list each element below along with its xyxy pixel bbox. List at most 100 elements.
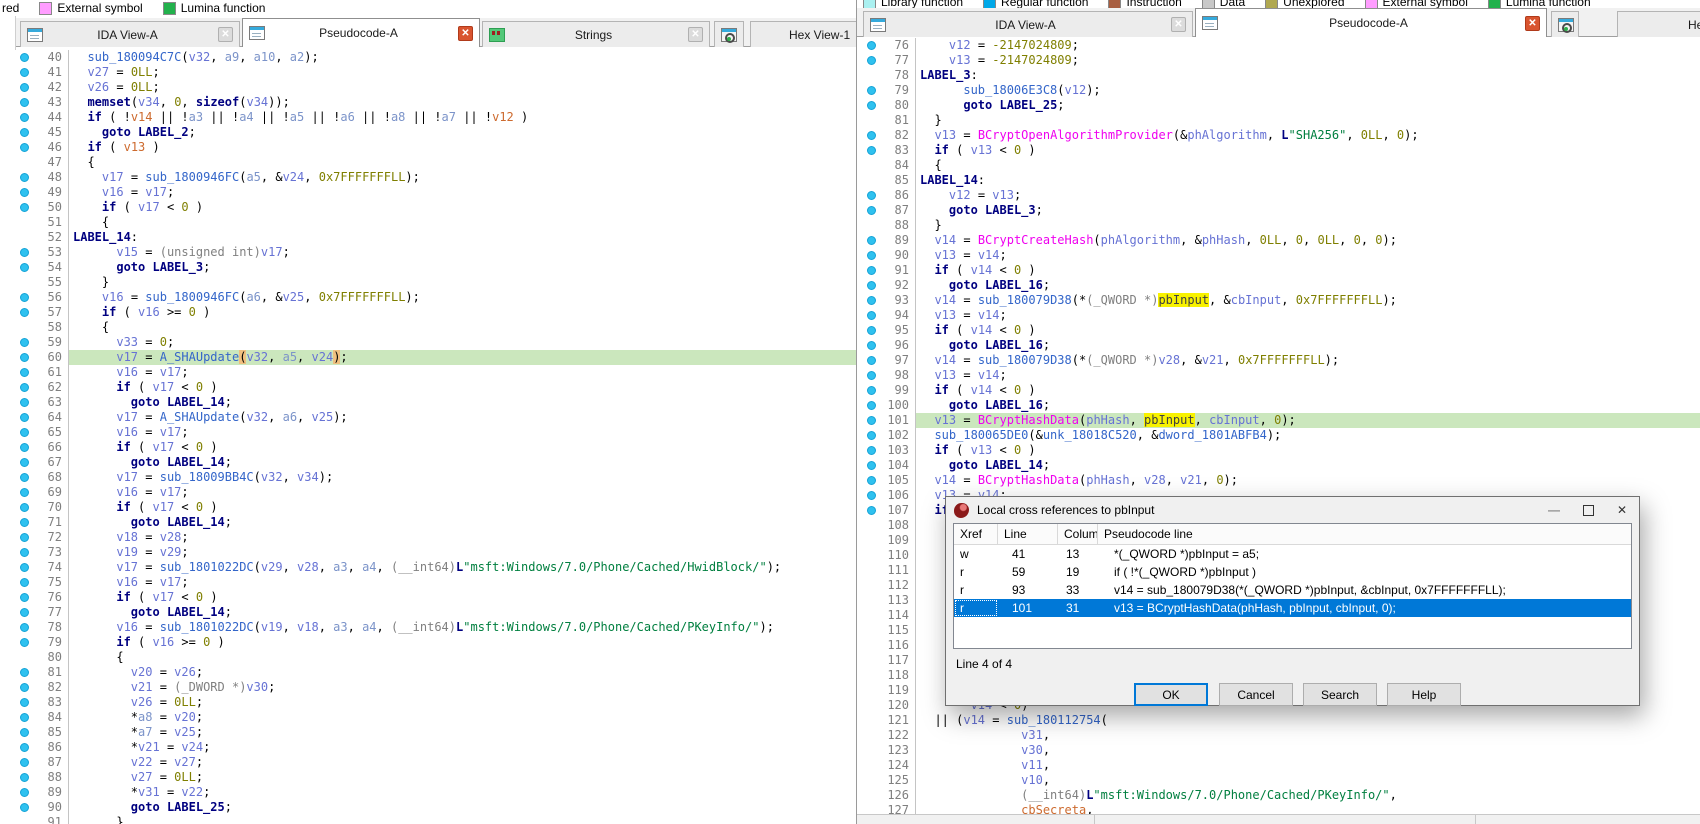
breakpoint-dot[interactable] (20, 548, 29, 557)
code-line[interactable]: 101 v13 = BCryptHashData(phHash, pbInput… (857, 413, 1700, 428)
tab-close-icon[interactable]: ✕ (688, 27, 703, 42)
breakpoint-dot[interactable] (20, 773, 29, 782)
breakpoint-gutter[interactable] (16, 155, 32, 170)
breakpoint-dot[interactable] (867, 236, 876, 245)
code-text[interactable]: v16 = v17; (69, 365, 856, 380)
search-button[interactable]: Search (1303, 683, 1377, 706)
code-text[interactable]: *a7 = v25; (69, 725, 856, 740)
code-line[interactable]: 72 v18 = v28; (0, 530, 856, 545)
code-line[interactable]: 97 v14 = sub_180079D38(*(_QWORD *)v28, &… (857, 353, 1700, 368)
breakpoint-gutter[interactable] (863, 743, 879, 758)
breakpoint-dot[interactable] (867, 191, 876, 200)
code-text[interactable]: } (69, 275, 856, 290)
code-text[interactable]: v11, (916, 758, 1700, 773)
code-text[interactable]: v22 = v27; (69, 755, 856, 770)
tab-ida-view-a[interactable]: IDA View-A✕ (863, 11, 1193, 37)
code-text[interactable]: v16 = v17; (69, 425, 856, 440)
breakpoint-dot[interactable] (20, 518, 29, 527)
breakpoint-gutter[interactable] (16, 230, 32, 245)
code-text[interactable]: *v31 = v22; (69, 785, 856, 800)
code-line[interactable]: 52LABEL_14: (0, 230, 856, 245)
code-line[interactable]: 126 (__int64)L"msft:Windows/7.0/Phone/Ca… (857, 788, 1700, 803)
tab-ida-view-a[interactable]: IDA View-A✕ (20, 21, 240, 47)
breakpoint-gutter[interactable] (863, 248, 879, 263)
code-line[interactable]: 61 v16 = v17; (0, 365, 856, 380)
code-line[interactable]: 83 if ( v13 < 0 ) (857, 143, 1700, 158)
tab-hex-view-1[interactable]: Hex View-1 (1617, 11, 1700, 37)
code-text[interactable]: *v21 = v24; (69, 740, 856, 755)
code-line[interactable]: 40 sub_180094C7C(v32, a9, a10, a2); (0, 50, 856, 65)
breakpoint-dot[interactable] (867, 311, 876, 320)
breakpoint-dot[interactable] (867, 476, 876, 485)
xref-header-cell[interactable]: Pseudocode line (1098, 524, 1631, 544)
code-line[interactable]: 60 v17 = A_SHAUpdate(v32, a5, v24); (0, 350, 856, 365)
code-text[interactable]: goto LABEL_25; (69, 800, 856, 815)
code-line[interactable]: 58 { (0, 320, 856, 335)
code-text[interactable]: if ( v17 < 0 ) (69, 590, 856, 605)
xref-row[interactable]: r10131v13 = BCryptHashData(phHash, pbInp… (954, 599, 1631, 617)
breakpoint-dot[interactable] (20, 413, 29, 422)
code-text[interactable]: goto LABEL_14; (69, 605, 856, 620)
xref-row[interactable]: w4113*(_QWORD *)pbInput = a5; (954, 545, 1631, 563)
breakpoint-gutter[interactable] (863, 443, 879, 458)
breakpoint-gutter[interactable] (16, 245, 32, 260)
breakpoint-gutter[interactable] (863, 623, 879, 638)
code-text[interactable]: v10, (916, 773, 1700, 788)
breakpoint-dot[interactable] (867, 446, 876, 455)
code-text[interactable]: v27 = 0LL; (69, 65, 856, 80)
breakpoint-gutter[interactable] (16, 275, 32, 290)
code-text[interactable]: v14 = BCryptCreateHash(phAlgorithm, &phH… (916, 233, 1700, 248)
breakpoint-dot[interactable] (20, 803, 29, 812)
code-line[interactable]: 79 if ( v16 >= 0 ) (0, 635, 856, 650)
code-text[interactable]: v17 = A_SHAUpdate(v32, a6, v25); (69, 410, 856, 425)
breakpoint-dot[interactable] (867, 431, 876, 440)
code-line[interactable]: 78LABEL_3: (857, 68, 1700, 83)
breakpoint-dot[interactable] (20, 563, 29, 572)
breakpoint-dot[interactable] (20, 203, 29, 212)
code-line[interactable]: 71 goto LABEL_14; (0, 515, 856, 530)
code-line[interactable]: 81 v20 = v26; (0, 665, 856, 680)
breakpoint-gutter[interactable] (16, 200, 32, 215)
code-line[interactable]: 67 goto LABEL_14; (0, 455, 856, 470)
code-line[interactable]: 41 v27 = 0LL; (0, 65, 856, 80)
code-line[interactable]: 89 v14 = BCryptCreateHash(phAlgorithm, &… (857, 233, 1700, 248)
dialog-title-bar[interactable]: Local cross references to pbInput — ✕ (946, 497, 1639, 523)
code-line[interactable]: 49 v16 = v17; (0, 185, 856, 200)
breakpoint-gutter[interactable] (16, 290, 32, 305)
breakpoint-gutter[interactable] (16, 575, 32, 590)
maximize-button[interactable] (1571, 497, 1605, 523)
breakpoint-gutter[interactable] (863, 98, 879, 113)
breakpoint-gutter[interactable] (863, 773, 879, 788)
breakpoint-gutter[interactable] (16, 710, 32, 725)
breakpoint-dot[interactable] (867, 101, 876, 110)
code-text[interactable]: if ( v17 < 0 ) (69, 440, 856, 455)
code-text[interactable]: goto LABEL_16; (916, 278, 1700, 293)
breakpoint-dot[interactable] (20, 398, 29, 407)
breakpoint-dot[interactable] (20, 293, 29, 302)
code-line[interactable]: 54 goto LABEL_3; (0, 260, 856, 275)
code-text[interactable]: goto LABEL_14; (69, 455, 856, 470)
breakpoint-gutter[interactable] (863, 203, 879, 218)
code-line[interactable]: 55 } (0, 275, 856, 290)
breakpoint-dot[interactable] (867, 491, 876, 500)
code-line[interactable]: 51 { (0, 215, 856, 230)
code-text[interactable]: { (69, 155, 856, 170)
code-text[interactable]: v31, (916, 728, 1700, 743)
xref-header-cell[interactable]: Line (998, 524, 1058, 544)
code-line[interactable]: 46 if ( v13 ) (0, 140, 856, 155)
breakpoint-dot[interactable] (20, 578, 29, 587)
breakpoint-gutter[interactable] (16, 455, 32, 470)
breakpoint-gutter[interactable] (863, 638, 879, 653)
code-line[interactable]: 43 memset(v34, 0, sizeof(v34)); (0, 95, 856, 110)
code-text[interactable]: v13 = v14; (916, 368, 1700, 383)
left-code-area[interactable]: 40 sub_180094C7C(v32, a9, a10, a2);41 v2… (0, 50, 856, 824)
breakpoint-gutter[interactable] (16, 410, 32, 425)
cancel-button[interactable]: Cancel (1219, 683, 1293, 706)
code-text[interactable]: if ( v17 < 0 ) (69, 200, 856, 215)
tab-strings[interactable]: Strings✕ (482, 21, 710, 47)
breakpoint-gutter[interactable] (16, 530, 32, 545)
code-text[interactable]: v17 = A_SHAUpdate(v32, a5, v24); (69, 350, 856, 365)
code-text[interactable]: if ( v17 < 0 ) (69, 380, 856, 395)
breakpoint-gutter[interactable] (863, 653, 879, 668)
code-text[interactable]: v17 = sub_18009BB4C(v32, v34); (69, 470, 856, 485)
